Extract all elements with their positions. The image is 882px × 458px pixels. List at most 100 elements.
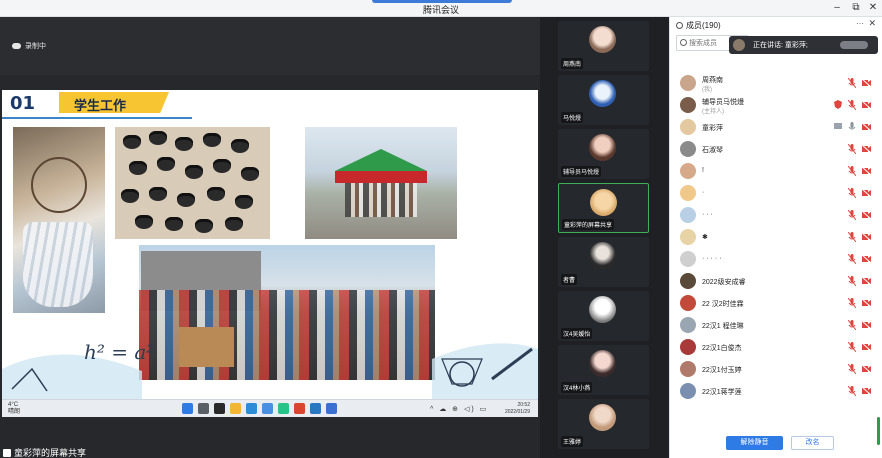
member-row[interactable]: · · · · · xyxy=(670,249,882,269)
mic-muted-icon[interactable] xyxy=(848,210,856,220)
member-name: · · · xyxy=(702,211,713,218)
member-name: 2022级安成睿 xyxy=(702,279,746,286)
member-row[interactable]: 石淑琴 xyxy=(670,139,882,159)
restore-button[interactable]: ⧉ xyxy=(849,2,863,14)
mic-muted-icon[interactable] xyxy=(848,144,856,154)
pottery-cup xyxy=(121,189,139,203)
member-role: (主持人) xyxy=(702,109,724,115)
video-tiles-column[interactable]: 周燕南 马悦熳 辅导员马悦熳 童彩萍的屏幕共享 者曹 汉4吴媛怡 汉4林小燕 王… xyxy=(540,17,668,458)
word-icon xyxy=(326,403,337,414)
video-tile[interactable]: 辅导员马悦熳 xyxy=(558,129,649,179)
mic-muted-icon[interactable] xyxy=(848,298,856,308)
member-row[interactable]: 22汉1 程佳琳 xyxy=(670,315,882,335)
taskbar-weather: 4°C 晴朗 xyxy=(8,402,20,416)
slide-header: 01 学生工作 xyxy=(2,90,177,115)
pottery-cup xyxy=(231,139,249,153)
member-row[interactable]: · xyxy=(670,183,882,203)
mic-muted-icon[interactable] xyxy=(848,386,856,396)
video-tile[interactable]: 汉4林小燕 xyxy=(558,345,649,395)
mic-muted-icon[interactable] xyxy=(848,276,856,286)
mic-muted-icon[interactable] xyxy=(848,100,856,110)
avatar xyxy=(589,80,616,107)
member-list-scrollbar[interactable] xyxy=(877,417,880,445)
mic-muted-icon[interactable] xyxy=(848,166,856,176)
camera-off-icon[interactable] xyxy=(862,167,871,175)
camera-off-icon[interactable] xyxy=(862,79,871,87)
more-options-button[interactable]: ··· xyxy=(856,19,864,28)
camera-off-icon[interactable] xyxy=(862,299,871,307)
member-avatar xyxy=(680,75,696,91)
mic-muted-icon[interactable] xyxy=(848,188,856,198)
member-row[interactable]: 22汉1付玉婷 xyxy=(670,359,882,379)
member-row[interactable]: 22 汉2时佳霖 xyxy=(670,293,882,313)
video-tile[interactable]: 王雅婷 xyxy=(558,399,649,449)
tile-name: 辅导员马悦熳 xyxy=(561,166,602,177)
mic-muted-icon[interactable] xyxy=(848,364,856,374)
pottery-cup xyxy=(149,131,167,145)
camera-off-icon[interactable] xyxy=(862,277,871,285)
member-avatar xyxy=(680,383,696,399)
folder-icon xyxy=(230,403,241,414)
camera-off-icon[interactable] xyxy=(862,321,871,329)
video-tile[interactable]: 者曹 xyxy=(558,237,649,287)
camera-off-icon[interactable] xyxy=(862,101,871,109)
video-tile[interactable]: 马悦熳 xyxy=(558,75,649,125)
member-row[interactable]: 周燕南 (我) xyxy=(670,73,882,93)
camera-off-icon[interactable] xyxy=(862,123,871,131)
avatar xyxy=(589,404,616,431)
member-avatar xyxy=(680,119,696,135)
mic-muted-icon[interactable] xyxy=(848,342,856,352)
video-tile[interactable]: 周燕南 xyxy=(558,21,649,71)
meeting-app-icon xyxy=(310,403,321,414)
slide-number: 01 xyxy=(10,93,36,114)
camera-off-icon[interactable] xyxy=(862,387,871,395)
camera-off-icon[interactable] xyxy=(862,343,871,351)
member-name: 22汉1蒋学莲 xyxy=(702,389,742,396)
red-banner xyxy=(335,171,427,183)
unmute-all-button[interactable]: 解除静音 xyxy=(726,436,783,450)
member-row[interactable]: ! xyxy=(670,161,882,181)
photo-outdoor-booth xyxy=(305,127,457,239)
member-name: ! xyxy=(702,167,704,174)
video-tile-active-speaker[interactable]: 童彩萍的屏幕共享 xyxy=(558,183,649,233)
camera-off-icon[interactable] xyxy=(862,145,871,153)
close-panel-button[interactable]: ✕ xyxy=(868,18,876,29)
green-tent xyxy=(335,149,427,171)
camera-off-icon[interactable] xyxy=(862,233,871,241)
member-row[interactable]: 22汉1蒋学莲 xyxy=(670,381,882,401)
minimize-button[interactable]: – xyxy=(830,2,844,14)
mic-muted-icon[interactable] xyxy=(848,254,856,264)
rename-button[interactable]: 改名 xyxy=(791,436,834,450)
mic-on-icon[interactable] xyxy=(848,122,856,132)
close-button[interactable]: ✕ xyxy=(866,2,880,14)
photo-pottery xyxy=(115,127,270,239)
member-row[interactable]: · · · xyxy=(670,205,882,225)
camera-off-icon[interactable] xyxy=(862,211,871,219)
search-icon xyxy=(680,39,687,46)
pottery-cup xyxy=(203,133,221,147)
member-name: 22汉1付玉婷 xyxy=(702,367,742,374)
member-row[interactable]: ✱ xyxy=(670,227,882,247)
member-avatar xyxy=(680,185,696,201)
camera-off-icon[interactable] xyxy=(862,365,871,373)
member-avatar xyxy=(680,295,696,311)
mic-muted-icon[interactable] xyxy=(848,78,856,88)
member-row[interactable]: 2022级安成睿 xyxy=(670,271,882,291)
pottery-cup xyxy=(129,161,147,175)
member-name: 石淑琴 xyxy=(702,147,723,154)
mic-muted-icon[interactable] xyxy=(848,320,856,330)
camera-off-icon[interactable] xyxy=(862,255,871,263)
clock-time: 20:52 xyxy=(517,402,530,408)
camera-off-icon[interactable] xyxy=(862,189,871,197)
mic-muted-icon[interactable] xyxy=(848,232,856,242)
pottery-cup xyxy=(175,137,193,151)
speaking-text: 正在讲话: 童彩萍; xyxy=(753,42,808,49)
recording-indicator[interactable]: 录制中 xyxy=(12,41,46,51)
video-tile[interactable]: 汉4吴媛怡 xyxy=(558,291,649,341)
member-row[interactable]: 童彩萍 xyxy=(670,117,882,137)
tile-name: 王雅婷 xyxy=(561,436,584,447)
member-row[interactable]: 辅导员马悦熳 (主持人) xyxy=(670,95,882,115)
tile-name: 童彩萍的屏幕共享 xyxy=(562,219,615,230)
dreamcatcher-ring xyxy=(31,157,87,213)
member-row[interactable]: 22汉1白俊杰 xyxy=(670,337,882,357)
